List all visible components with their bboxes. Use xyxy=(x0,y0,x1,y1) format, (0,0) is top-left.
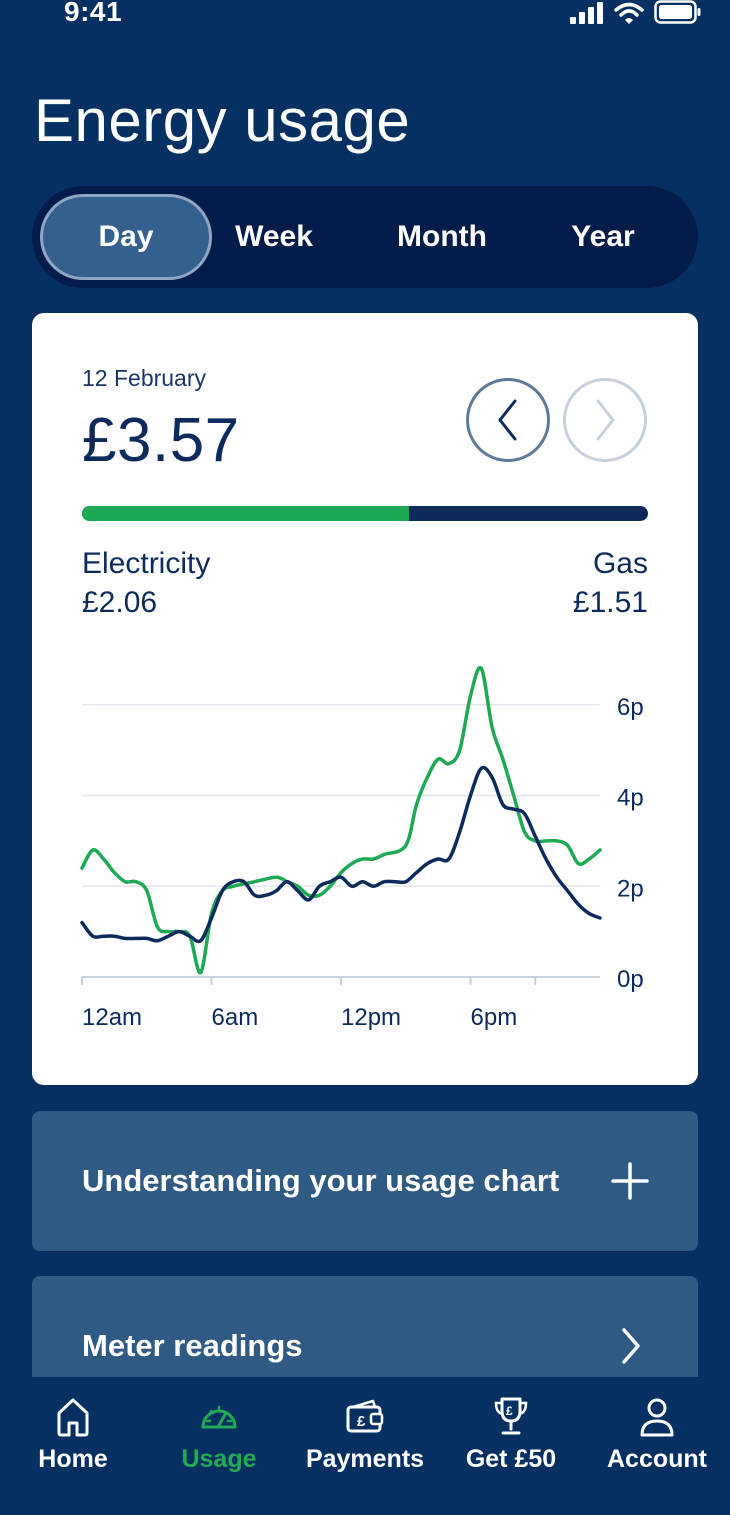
person-icon xyxy=(640,1398,674,1437)
tab-payments-label: Payments xyxy=(305,1445,425,1473)
chevron-right-icon xyxy=(596,399,615,441)
gauge-icon xyxy=(201,1405,237,1429)
usage-chart-svg: 0p 2p 4p 6p 12am 6am 12pm 6pm xyxy=(80,665,644,1031)
tab-home-label: Home xyxy=(38,1445,108,1473)
x-tick-label: 12pm xyxy=(341,1004,401,1031)
tab-payments[interactable]: £ Payments xyxy=(292,1395,438,1505)
x-tick-label: 6pm xyxy=(471,1004,518,1031)
x-tick-label: 12am xyxy=(82,1004,142,1031)
gas-series-line xyxy=(80,765,602,944)
wallet-icon: £ xyxy=(346,1399,384,1433)
svg-text:£: £ xyxy=(506,1404,513,1418)
tab-week[interactable]: Week xyxy=(212,194,336,280)
bottom-tab-bar: Home Usage £ Payments £ Get £50 Account xyxy=(0,1377,730,1515)
period-selector: Day Week Month Year xyxy=(32,186,698,288)
meter-readings-label: Meter readings xyxy=(82,1328,303,1363)
understanding-chart-row[interactable]: Understanding your usage chart xyxy=(32,1111,698,1251)
electricity-value: £2.06 xyxy=(82,586,158,619)
gas-value: £1.51 xyxy=(572,586,648,619)
electricity-series-line xyxy=(80,665,602,975)
tab-day[interactable]: Day xyxy=(40,194,212,280)
status-icons xyxy=(570,0,702,24)
y-tick-label: 2p xyxy=(617,875,644,902)
status-bar: 9:41 xyxy=(0,0,730,30)
tab-home[interactable]: Home xyxy=(0,1395,146,1505)
x-tick-label: 6am xyxy=(212,1004,259,1031)
page-title: Energy usage xyxy=(34,87,411,154)
tab-account[interactable]: Account xyxy=(584,1395,730,1505)
plus-icon xyxy=(611,1162,649,1200)
electricity-share-fill xyxy=(82,506,409,521)
usage-chart: 0p 2p 4p 6p 12am 6am 12pm 6pm xyxy=(32,643,698,1063)
tab-account-label: Account xyxy=(607,1445,707,1473)
next-day-button[interactable] xyxy=(563,378,647,462)
gas-label: Gas xyxy=(592,547,648,580)
tab-get-50[interactable]: £ Get £50 xyxy=(438,1395,584,1505)
signal-icon xyxy=(570,2,603,24)
y-tick-label: 0p xyxy=(617,966,644,993)
tab-usage[interactable]: Usage xyxy=(146,1395,292,1505)
home-icon xyxy=(57,1398,89,1437)
wifi-icon xyxy=(614,2,644,24)
tab-year[interactable]: Year xyxy=(537,194,669,280)
status-time: 9:41 xyxy=(64,0,123,27)
tab-get-50-label: Get £50 xyxy=(465,1445,557,1473)
y-tick-label: 4p xyxy=(617,785,644,812)
tab-usage-label: Usage xyxy=(181,1445,257,1473)
tab-month[interactable]: Month xyxy=(362,194,522,280)
trophy-icon: £ xyxy=(494,1397,528,1435)
electricity-label: Electricity xyxy=(82,547,211,580)
cost-split-bar xyxy=(82,506,648,521)
understanding-chart-label: Understanding your usage chart xyxy=(82,1163,560,1198)
usage-date: 12 February xyxy=(82,365,207,391)
chevron-left-icon xyxy=(498,399,517,441)
usage-card: 12 February £3.57 Electricity £2.06 Gas … xyxy=(32,313,698,1085)
chevron-right-icon xyxy=(622,1328,640,1364)
battery-icon xyxy=(654,0,701,24)
y-tick-label: 6p xyxy=(617,694,644,721)
svg-text:£: £ xyxy=(357,1413,366,1430)
usage-total: £3.57 xyxy=(82,406,240,475)
previous-day-button[interactable] xyxy=(466,378,550,462)
